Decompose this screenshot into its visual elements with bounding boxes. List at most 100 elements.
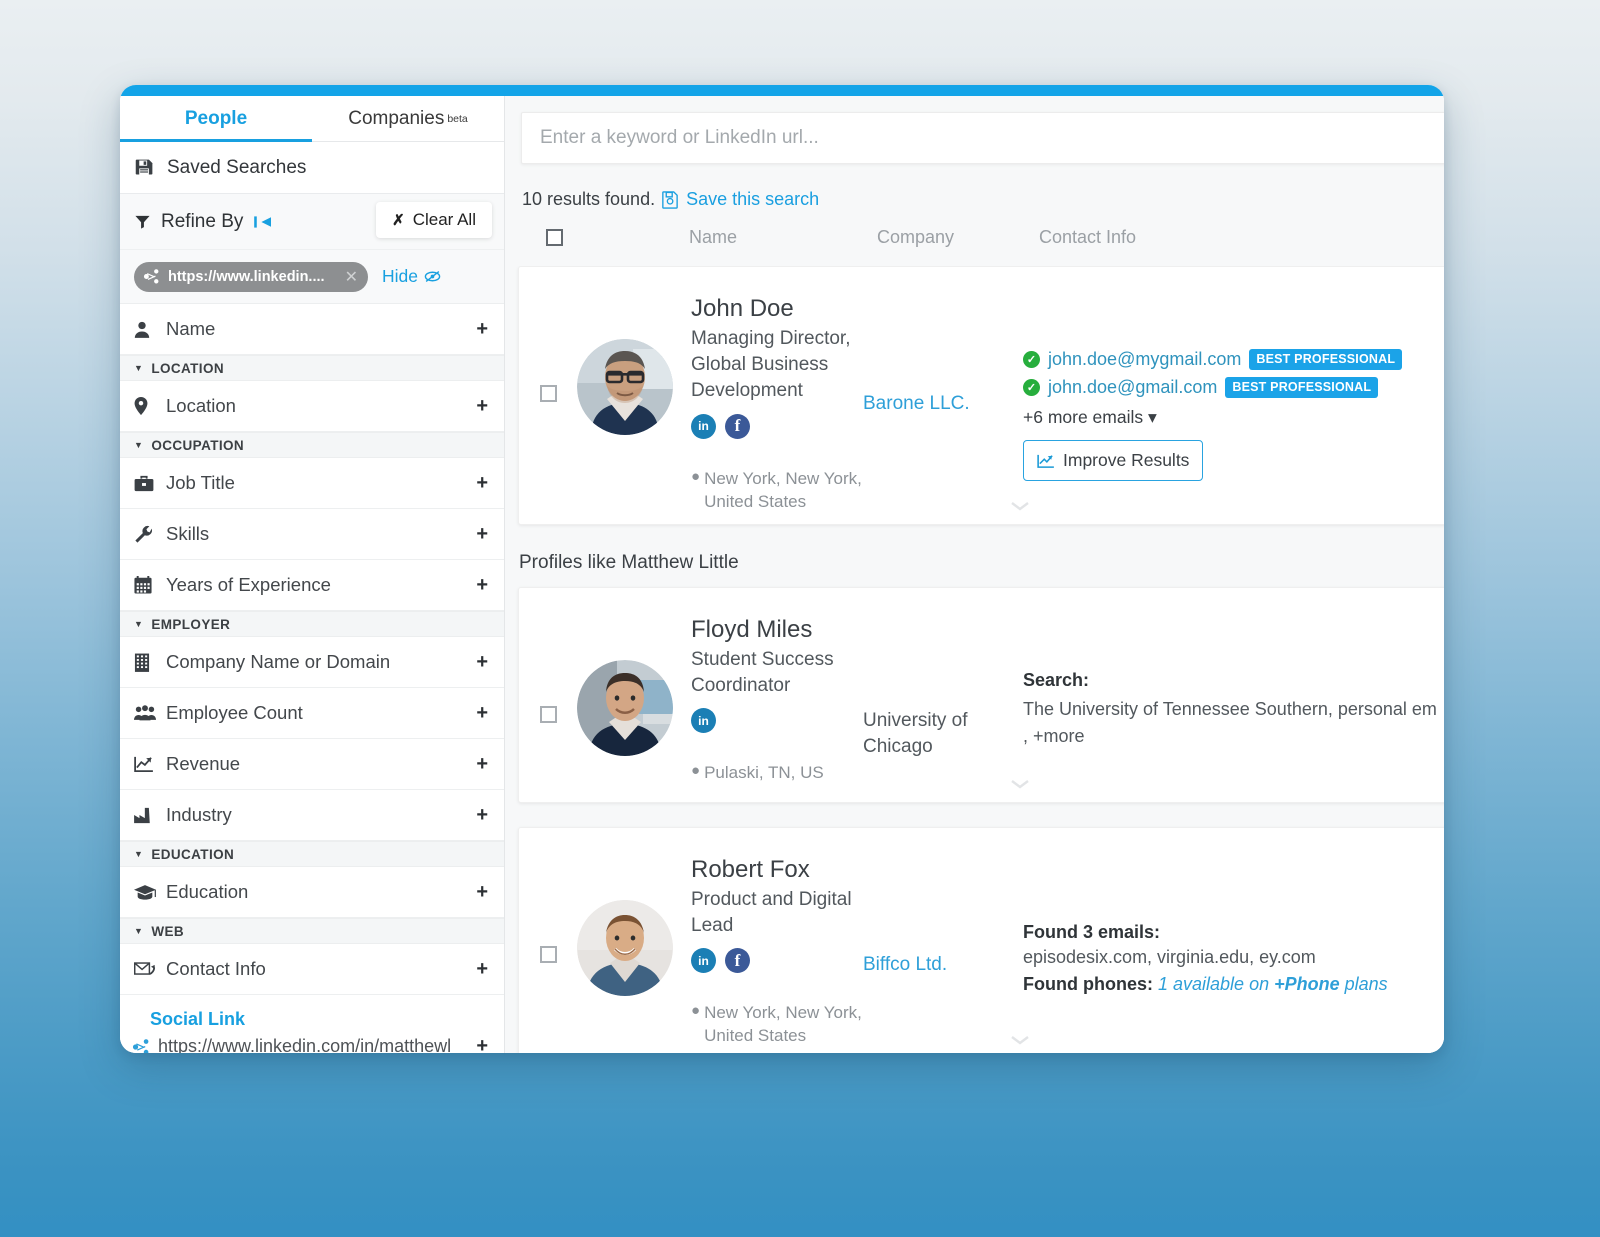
filter-location-label: Location [166,395,236,416]
search-bar[interactable] [521,112,1444,164]
row-checkbox-cell [519,850,577,1048]
row-checkbox[interactable] [539,945,557,963]
more-emails-toggle[interactable]: +6 more emails ▾ [1023,407,1444,428]
saved-searches-item[interactable]: Saved Searches [120,142,504,194]
filter-job-title-expand[interactable]: + [476,473,488,493]
row-checkbox[interactable] [539,705,557,723]
filter-company-name-or-domain-label: Company Name or Domain [166,651,391,672]
filter-skills-expand[interactable]: + [476,524,488,544]
filter-group-location[interactable]: ▼ LOCATION [120,355,504,381]
person-title: Student Success Coordinator [691,648,834,696]
filter-company-name-or-domain[interactable]: Company Name or Domain + [120,637,504,688]
chevron-down-icon: ▼ [134,849,144,859]
filter-chip-linkedin-url[interactable]: https://www.linkedin.... ✕ [134,261,368,292]
chevron-down-icon: ▼ [134,440,144,450]
person-name[interactable]: John Doe [691,295,863,323]
filter-name-expand[interactable]: + [476,319,488,339]
filter-industry[interactable]: Industry + [120,790,504,841]
linkedin-icon[interactable]: in [691,413,716,439]
filter-skills[interactable]: Skills + [120,509,504,560]
search-more-link[interactable]: , +more [1023,723,1444,750]
person-name[interactable]: Floyd Miles [691,616,863,644]
clear-all-button[interactable]: ✗ Clear All [376,202,492,238]
filter-employee-count-expand[interactable]: + [476,703,488,723]
avatar [577,899,673,996]
chart-line-icon [134,756,160,772]
filter-name[interactable]: Name + [120,304,504,355]
verified-check-icon: ✓ [1023,379,1040,396]
select-all-checkbox[interactable] [546,229,563,251]
person-info: John Doe Managing Director, Global Busin… [673,289,863,514]
filter-industry-expand[interactable]: + [476,805,488,825]
filter-location[interactable]: Location + [120,381,504,432]
collapse-panel-icon[interactable] [253,214,273,230]
share-nodes-icon [132,1038,150,1053]
improve-results-button[interactable]: Improve Results [1023,440,1204,481]
tab-companies[interactable]: Companies beta [312,96,504,141]
filter-years-of-experience[interactable]: Years of Experience + [120,560,504,611]
filter-job-title-label: Job Title [166,472,235,493]
expand-card-chevron-icon[interactable] [519,1030,1444,1052]
row-checkbox[interactable] [539,385,557,402]
person-name[interactable]: Robert Fox [691,856,863,884]
tab-people-label: People [184,107,248,129]
person-title: Product and Digital Lead [691,888,852,936]
filter-company-name-or-domain-expand[interactable]: + [476,652,488,672]
filter-group-education-label: EDUCATION [151,846,235,862]
social-link-row[interactable]: https://www.linkedin.com/in/matthewl + [132,1035,488,1053]
chip-remove-icon[interactable]: ✕ [345,267,358,287]
found-phones-value[interactable]: 1 available on +Phone plans [1158,974,1388,994]
tab-people[interactable]: People [120,96,312,142]
filter-years-of-experience-expand[interactable]: + [476,575,488,595]
person-company-text: University of Chicago [863,709,968,758]
status-badge: BEST PROFESSIONAL [1225,377,1379,398]
save-search-icon[interactable] [662,190,679,209]
filter-group-web[interactable]: ▼ WEB [120,918,504,944]
search-input[interactable] [540,127,1444,149]
filter-education[interactable]: Education + [120,867,504,918]
filter-group-employer[interactable]: ▼ EMPLOYER [120,611,504,637]
filter-group-education[interactable]: ▼ EDUCATION [120,841,504,867]
found-emails-label: Found 3 emails: [1023,921,1161,942]
person-company-link[interactable]: Barone LLC. [863,393,970,414]
email-address[interactable]: john.doe@mygmail.com [1048,349,1241,370]
filter-group-employer-label: EMPLOYER [151,616,231,632]
chevron-down-icon: ▼ [134,926,144,936]
hide-filters-link[interactable]: Hide [382,266,441,287]
facebook-icon[interactable]: f [725,413,750,439]
phones-value-pre: 1 available on [1158,973,1275,994]
filter-group-occupation[interactable]: ▼ OCCUPATION [120,432,504,458]
filter-job-title[interactable]: Job Title + [120,458,504,509]
tab-companies-label: Companies [348,107,445,129]
result-card[interactable]: Floyd Miles Student Success Coordinator … [518,586,1444,803]
more-emails-label: +6 more emails [1023,407,1144,427]
person-title: Managing Director, Global Business Devel… [691,328,851,402]
filter-revenue[interactable]: Revenue + [120,739,504,790]
map-pin-icon [134,397,160,415]
social-link-title: Social Link [150,1009,246,1029]
facebook-icon[interactable]: f [725,948,750,973]
linkedin-icon[interactable]: in [691,948,716,973]
results-count-label: 10 results found. [522,189,656,209]
active-filter-chips: https://www.linkedin.... ✕ Hide [120,250,504,304]
person-contact-info: Found 3 emails: episodesix.com, virginia… [1023,850,1444,1048]
filter-education-expand[interactable]: + [476,882,488,902]
social-link-expand[interactable]: + [476,1035,488,1053]
linkedin-icon[interactable]: in [691,708,716,733]
filter-employee-count[interactable]: Employee Count + [120,688,504,739]
filter-location-expand[interactable]: + [476,396,488,416]
person-company-link[interactable]: Biffco Ltd. [863,954,947,975]
hide-label: Hide [382,266,418,286]
email-row: ✓ john.doe@gmail.com BEST PROFESSIONAL [1023,377,1444,398]
save-this-search-link[interactable]: Save this search [686,189,819,210]
filter-chip-label: https://www.linkedin.... [168,268,325,285]
result-card[interactable]: John Doe Managing Director, Global Busin… [518,266,1444,525]
result-card[interactable]: Robert Fox Product and Digital Lead in f… [518,826,1444,1053]
filter-contact-info[interactable]: Contact Info + [120,944,504,995]
filter-revenue-expand[interactable]: + [476,754,488,774]
filter-contact-info-expand[interactable]: + [476,959,488,979]
email-address[interactable]: john.doe@gmail.com [1048,377,1217,398]
found-emails-value: episodesix.com, virginia.edu, ey.com [1023,946,1316,967]
expand-card-chevron-icon[interactable] [519,496,1444,518]
expand-card-chevron-icon[interactable] [519,774,1444,796]
